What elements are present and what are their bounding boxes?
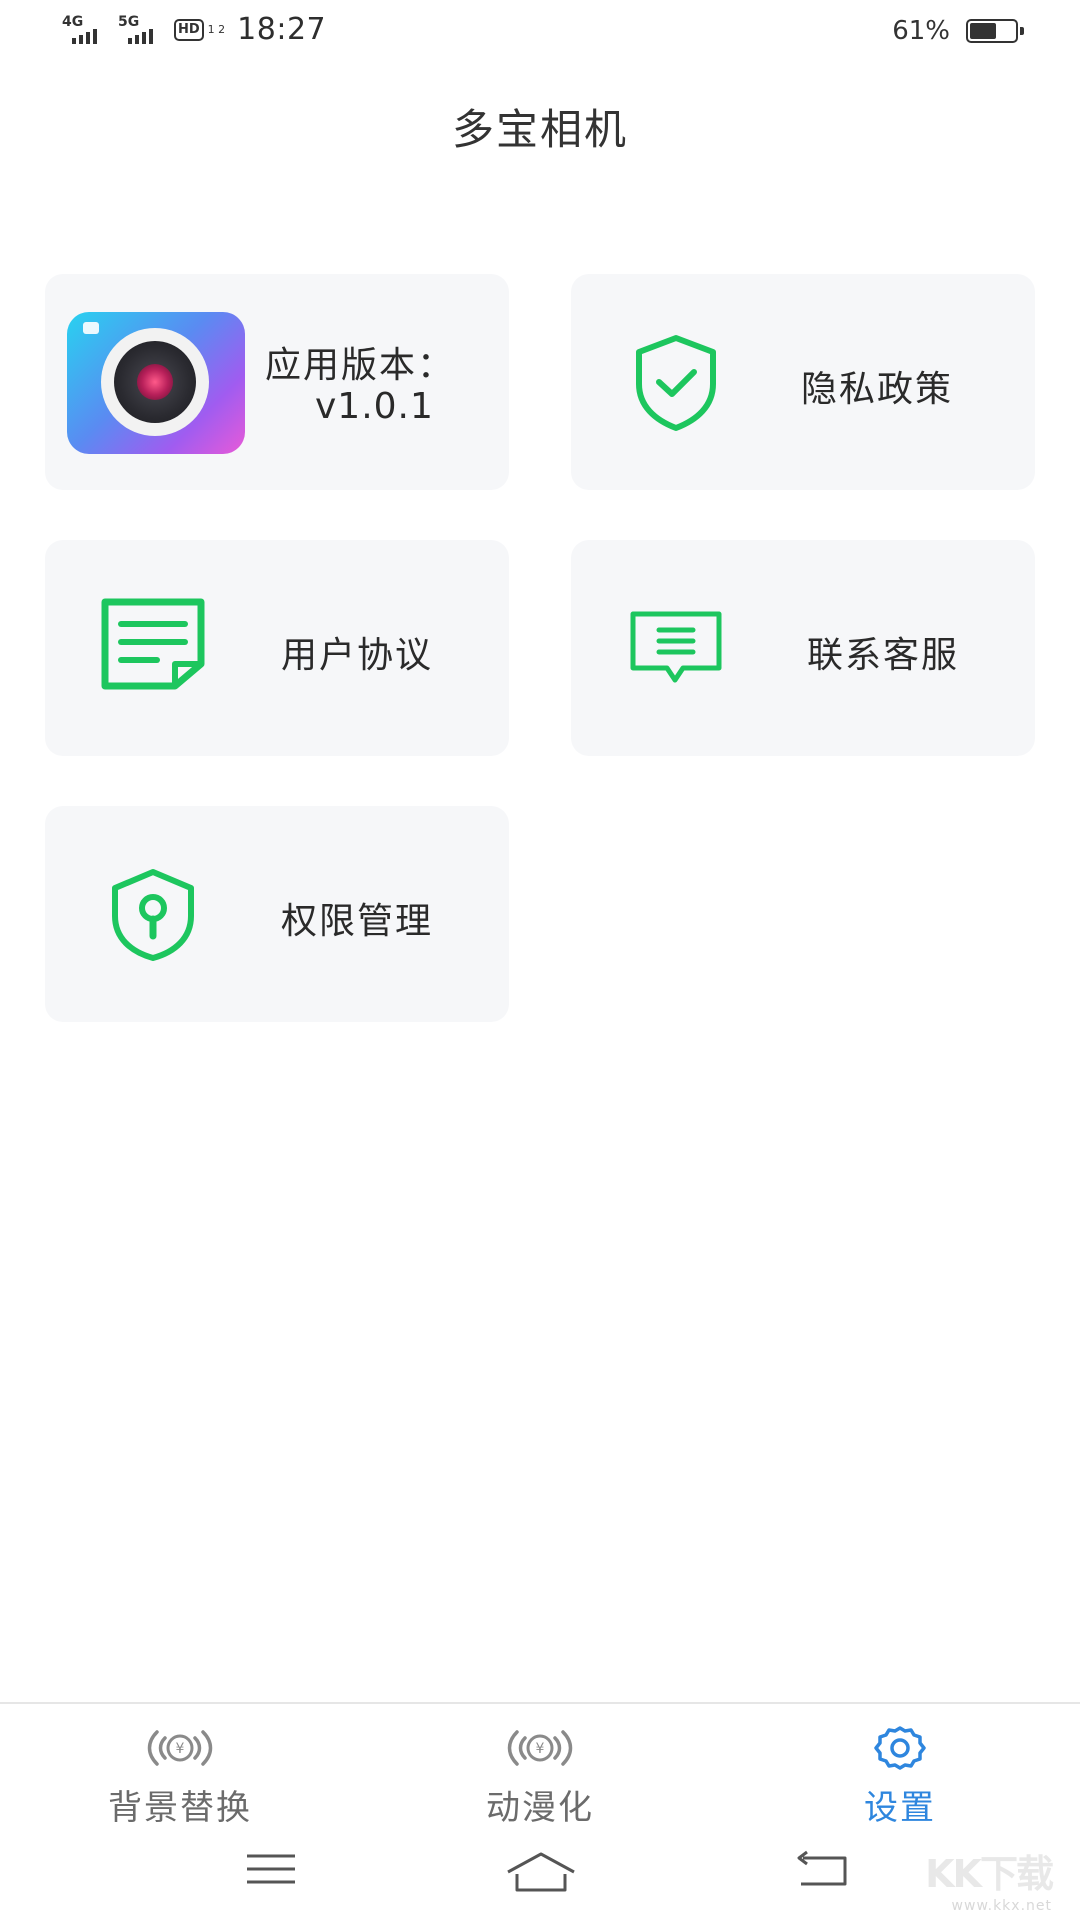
- bottom-tab-bar: ¥ 背景替换 ¥ 动漫化 设置: [0, 1702, 1080, 1834]
- watermark-text: KK下载: [925, 1852, 1054, 1896]
- clock: 18:27: [237, 12, 327, 47]
- broadcast-yen-icon: ¥: [147, 1730, 213, 1766]
- version-label: 应用版本：: [265, 345, 456, 386]
- tab-background-replace[interactable]: ¥ 背景替换: [60, 1704, 300, 1834]
- permission-management-label: 权限管理: [281, 901, 434, 942]
- tab-label-settings: 设置: [864, 1788, 936, 1828]
- network-label-1: 4G: [62, 13, 84, 30]
- user-agreement-card[interactable]: 用户协议: [45, 540, 509, 756]
- app-logo: [67, 312, 245, 454]
- hd-voice-icon: HD: [174, 18, 204, 41]
- broadcast-yen-icon: ¥: [507, 1730, 573, 1766]
- permission-management-card[interactable]: 权限管理: [45, 806, 509, 1022]
- svg-text:¥: ¥: [176, 1741, 185, 1757]
- network-label-2: 5G: [118, 13, 140, 30]
- status-right: 61%: [892, 16, 1024, 46]
- shield-lock-icon: [112, 869, 194, 961]
- watermark: KK下载 www.kkx.net: [925, 1843, 1054, 1914]
- menu-icon[interactable]: [245, 1850, 297, 1890]
- shield-check-icon: [636, 335, 716, 431]
- gear-icon: [874, 1726, 926, 1770]
- privacy-policy-card[interactable]: 隐私政策: [571, 274, 1035, 490]
- contact-support-label: 联系客服: [807, 635, 960, 676]
- version-value: v1.0.1: [315, 386, 434, 427]
- tab-label-anime: 动漫化: [486, 1788, 594, 1828]
- signal-5g-icon: 5G: [118, 14, 166, 46]
- hd-sub-label: 1 2: [207, 23, 226, 36]
- contact-support-card[interactable]: 联系客服: [571, 540, 1035, 756]
- system-nav-bar: KK下载 www.kkx.net: [0, 1832, 1080, 1920]
- battery-icon: [966, 19, 1024, 43]
- tab-anime[interactable]: ¥ 动漫化: [420, 1704, 660, 1834]
- back-icon[interactable]: [795, 1850, 851, 1890]
- watermark-url: www.kkx.net: [951, 1898, 1052, 1914]
- message-icon: [630, 611, 722, 683]
- status-bar: 4G 5G HD 1 2 18:27 61%: [0, 0, 1080, 64]
- user-agreement-label: 用户协议: [281, 635, 434, 676]
- status-left: 4G 5G HD 1 2 18:27: [62, 12, 326, 47]
- tab-settings[interactable]: 设置: [780, 1704, 1020, 1834]
- battery-percent: 61%: [892, 16, 950, 46]
- privacy-policy-label: 隐私政策: [801, 369, 954, 410]
- signal-4g-icon: 4G: [62, 14, 110, 46]
- version-card: 应用版本： v1.0.1: [45, 274, 509, 490]
- tab-label-background-replace: 背景替换: [108, 1788, 252, 1828]
- svg-text:¥: ¥: [536, 1741, 545, 1757]
- page-title: 多宝相机: [451, 105, 628, 154]
- document-icon: [101, 598, 205, 690]
- home-icon[interactable]: [505, 1850, 577, 1894]
- battery-fill: [970, 23, 996, 39]
